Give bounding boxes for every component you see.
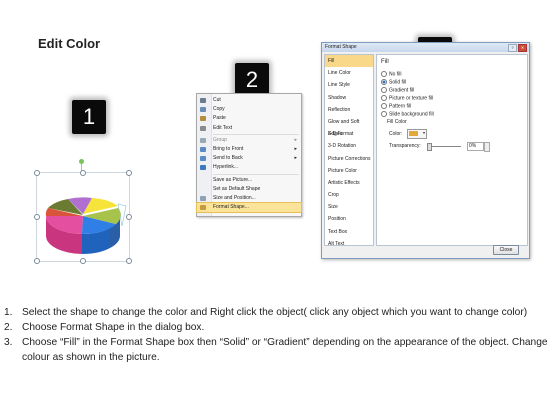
hyperlink-icon [200,165,206,171]
menu-separator [213,173,299,175]
menu-item-hyperlink[interactable]: Hyperlink... [197,163,301,172]
nav-item-3d-format[interactable]: 3-D Format [325,128,373,140]
nav-item-alt-text[interactable]: Alt Text [325,238,373,250]
nav-item-fill[interactable]: Fill [325,55,373,68]
close-icon[interactable]: ✕ [518,44,527,52]
nav-item-size[interactable]: Size [325,201,373,213]
fill-heading: Fill [381,59,389,65]
nav-item-picture-color[interactable]: Picture Color [325,165,373,177]
solid-fill-radio[interactable]: Solid fill [381,79,406,86]
step-2-badge: 2 [235,63,269,97]
bring-front-icon [200,146,206,152]
color-swatch [409,131,418,136]
menu-item-edit-text[interactable]: Edit Text [197,124,301,133]
page-title: Edit Color [38,36,101,51]
menu-item-paste[interactable]: Paste [197,114,301,123]
chevron-down-icon: ▾ [422,130,425,135]
3d-pie-shape[interactable] [34,170,130,262]
menu-item-send-to-back[interactable]: Send to Back ▸ [197,154,301,163]
slide-background-fill-radio[interactable]: Slide background fill [381,111,434,118]
menu-item-group[interactable]: Group ▸ [197,136,301,145]
context-menu: Cut Copy Paste Edit Text Group ▸ Bring to… [196,93,302,217]
nav-item-position[interactable]: Position [325,213,373,225]
no-fill-radio[interactable]: No fill [381,71,402,78]
fill-color-heading: Fill Color [387,119,407,125]
nav-item-picture-corrections[interactable]: Picture Corrections [325,153,373,165]
instruction-step: 2. Choose Format Shape in the dialog box. [4,322,205,333]
dialog-nav-list: Fill Line Color Line Style Shadow Reflec… [324,54,374,247]
nav-item-reflection[interactable]: Reflection [325,104,373,116]
nav-item-line-color[interactable]: Line Color [325,67,373,79]
menu-item-save-as-picture[interactable]: Save as Picture... [197,176,301,185]
submenu-arrow-icon: ▸ [294,155,297,162]
transparency-input[interactable]: 0% [467,142,484,151]
gradient-fill-radio[interactable]: Gradient fill [381,87,414,94]
color-picker-button[interactable]: ▾ [407,129,427,139]
group-icon [200,137,206,143]
help-button[interactable]: ? [508,44,517,52]
menu-item-bring-to-front[interactable]: Bring to Front ▸ [197,145,301,154]
dialog-titlebar[interactable]: Format Shape ? ✕ [322,43,529,52]
nav-item-text-box[interactable]: Text Box [325,226,373,238]
menu-item-format-shape[interactable]: Format Shape... [196,202,302,214]
transparency-slider-track[interactable] [427,146,461,147]
transparency-spinner[interactable] [484,142,490,152]
nav-item-crop[interactable]: Crop [325,189,373,201]
paste-icon [200,116,206,122]
format-shape-icon [200,205,206,211]
submenu-arrow-icon: ▸ [294,136,297,143]
menu-item-copy[interactable]: Copy [197,105,301,114]
send-back-icon [200,156,206,162]
instruction-list: 1. Select the shape to change the color a… [4,305,552,365]
copy-icon [200,107,206,113]
rotation-handle[interactable] [79,159,84,164]
menu-item-set-default-shape[interactable]: Set as Default Shape [197,185,301,194]
menu-separator [213,133,299,135]
submenu-arrow-icon: ▸ [294,145,297,152]
menu-item-cut[interactable]: Cut [197,96,301,105]
menu-item-size-position[interactable]: Size and Position... [197,194,301,203]
nav-item-line-style[interactable]: Line Style [325,79,373,91]
nav-item-shadow[interactable]: Shadow [325,92,373,104]
close-button[interactable]: Close [493,245,519,255]
nav-item-glow[interactable]: Glow and Soft Edges [325,116,373,137]
nav-item-3d-rotation[interactable]: 3-D Rotation [325,140,373,152]
transparency-label: Transparency: [389,143,421,149]
instruction-step: 3. Choose “Fill” in the Format Shape box … [4,337,548,363]
format-shape-dialog: Format Shape ? ✕ Fill Line Color Line St… [321,42,530,259]
instruction-step: 1. Select the shape to change the color a… [4,307,528,318]
fill-panel: Fill No fill Solid fill Gradient fill Pi… [376,54,528,246]
color-label: Color: [389,131,403,137]
picture-fill-radio[interactable]: Picture or texture fill [381,95,433,102]
nav-item-artistic-effects[interactable]: Artistic Effects [325,177,373,189]
transparency-slider-thumb[interactable] [427,143,432,151]
edit-text-icon [200,125,206,131]
pattern-fill-radio[interactable]: Pattern fill [381,103,411,110]
step-1-badge: 1 [72,100,106,134]
size-icon [200,195,206,201]
dialog-title: Format Shape [325,44,357,50]
scissors-icon [200,98,206,103]
